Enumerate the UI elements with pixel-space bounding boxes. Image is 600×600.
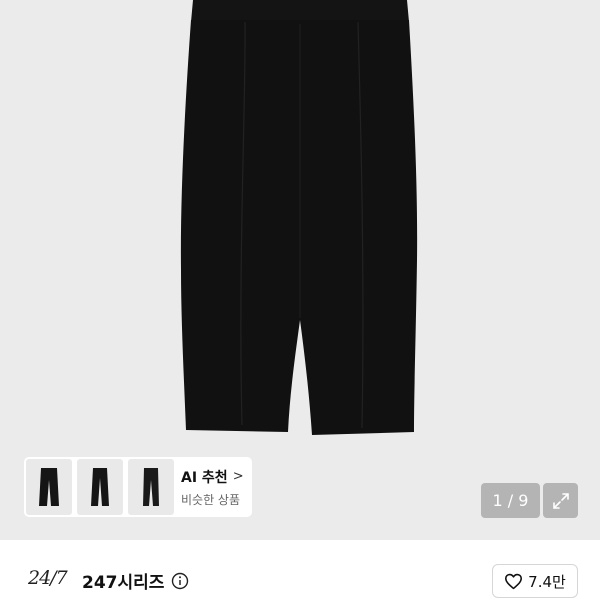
store-logo[interactable]: 24/7 — [28, 567, 68, 589]
store-info-row: 24/7 247시리즈 7.4만 — [0, 540, 600, 600]
image-page-counter: 1 / 9 — [481, 483, 540, 518]
like-button[interactable]: 7.4만 — [492, 564, 578, 598]
pants-thumbnail-icon — [143, 468, 159, 506]
store-name: 247시리즈 — [82, 573, 165, 593]
pants-thumbnail-icon — [39, 468, 59, 506]
ai-recommend-title: AI 추천 — [181, 469, 228, 486]
similar-product-thumbnail[interactable] — [26, 459, 72, 515]
thumbnail-strip: AI 추천 > 비슷한 상품 — [24, 457, 252, 517]
expand-image-button[interactable] — [543, 483, 578, 518]
store-link[interactable]: 247시리즈 — [82, 568, 189, 593]
chevron-right-icon: > — [232, 469, 244, 484]
ai-recommend-button[interactable]: AI 추천 > 비슷한 상품 — [181, 467, 244, 508]
similar-product-thumbnail[interactable] — [77, 459, 123, 515]
pants-thumbnail-icon — [91, 468, 109, 506]
expand-icon — [552, 492, 569, 509]
heart-icon — [505, 573, 523, 589]
like-count: 7.4만 — [528, 572, 566, 591]
info-icon[interactable] — [171, 572, 189, 590]
similar-product-thumbnail[interactable] — [128, 459, 174, 515]
ai-recommend-subtitle: 비슷한 상품 — [181, 492, 241, 507]
